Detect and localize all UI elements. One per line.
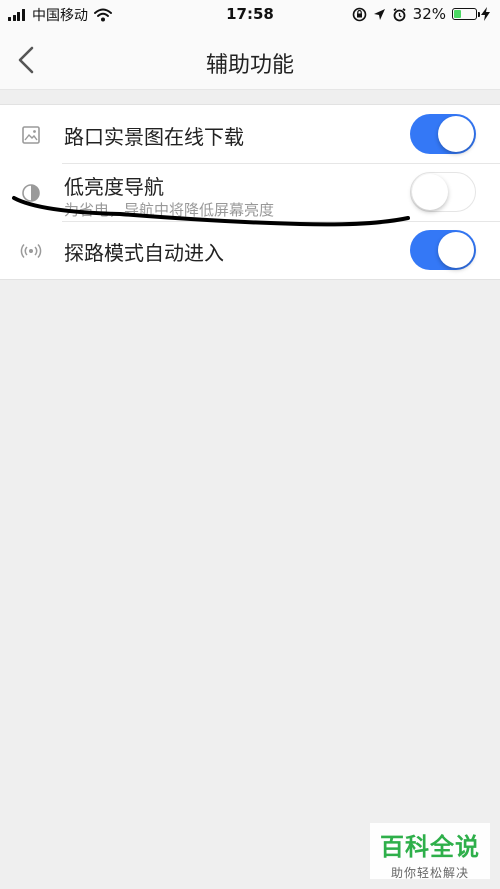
battery-percent: 32% bbox=[412, 5, 446, 23]
watermark-main: 百科全说 bbox=[380, 833, 480, 861]
nav-bar: 辅助功能 bbox=[0, 30, 500, 90]
battery-fill bbox=[454, 10, 461, 18]
explore-mode-toggle[interactable] bbox=[410, 230, 476, 270]
setting-row-low-brightness: 低亮度导航 为省电，导航中将降低屏幕亮度 bbox=[0, 163, 500, 221]
watermark-logo: 百科全说 助你轻松解决 bbox=[370, 823, 490, 880]
toggle-knob bbox=[438, 232, 474, 268]
alarm-icon bbox=[393, 7, 406, 21]
setting-label: 路口实景图在线下载 bbox=[64, 125, 244, 149]
setting-subtitle: 为省电，导航中将降低屏幕亮度 bbox=[64, 201, 275, 219]
setting-label: 低亮度导航 bbox=[64, 175, 164, 199]
junction-image-toggle[interactable] bbox=[410, 114, 476, 154]
settings-list: 路口实景图在线下载 低亮度导航 为省电，导航中将降低屏幕亮度 探路模式自动进入 bbox=[0, 104, 500, 280]
broadcast-icon bbox=[20, 243, 42, 259]
low-brightness-toggle[interactable] bbox=[410, 172, 476, 212]
charging-icon bbox=[481, 7, 490, 21]
toggle-knob bbox=[438, 116, 474, 152]
setting-label: 探路模式自动进入 bbox=[64, 241, 224, 265]
battery-icon bbox=[452, 8, 480, 20]
setting-row-junction-image: 路口实景图在线下载 bbox=[0, 105, 500, 163]
page-title: 辅助功能 bbox=[205, 53, 294, 78]
location-icon bbox=[373, 8, 385, 20]
brightness-icon bbox=[22, 184, 40, 202]
setting-row-explore-mode: 探路模式自动进入 bbox=[0, 221, 500, 279]
toggle-knob bbox=[412, 174, 448, 210]
image-icon bbox=[22, 126, 40, 144]
status-bar: 中国移动 17:58 32% bbox=[0, 0, 500, 30]
watermark-sub: 助你轻松解决 bbox=[390, 866, 469, 880]
rotation-lock-icon bbox=[352, 7, 366, 21]
status-right: 32% bbox=[346, 5, 490, 23]
